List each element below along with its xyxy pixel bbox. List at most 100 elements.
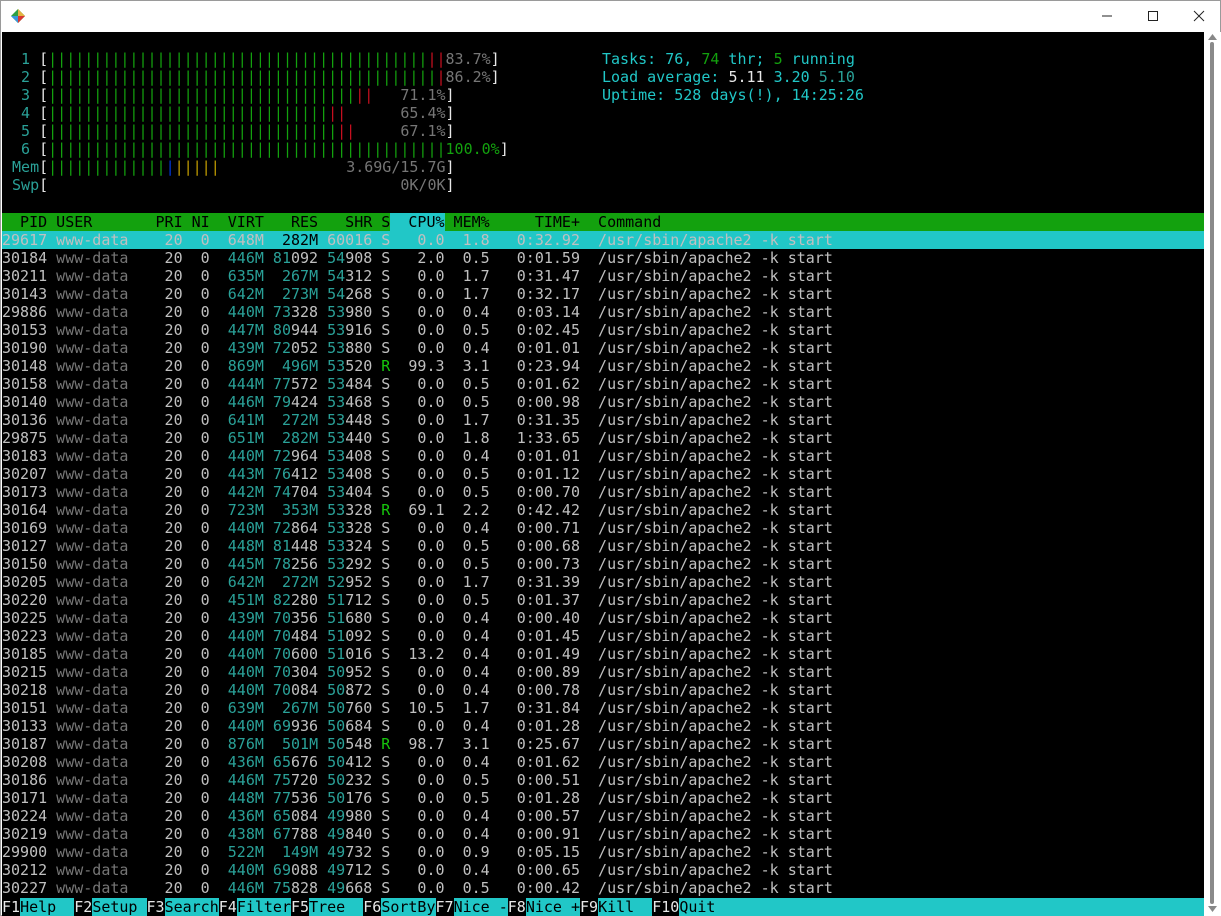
- function-key-label[interactable]: Nice +: [525, 898, 580, 916]
- cpu-meter-label: 6: [3, 140, 40, 158]
- column-header-pid[interactable]: PID: [2, 213, 47, 231]
- function-key-f7[interactable]: F7: [435, 898, 454, 916]
- column-header-ni[interactable]: NI: [183, 213, 210, 231]
- function-key-f2[interactable]: F2: [74, 898, 93, 916]
- cell-res: 501M: [264, 735, 318, 753]
- cell-command: /usr/sbin/apache2 -k start: [580, 789, 833, 807]
- process-row[interactable]: 30187 www-data 20 0 876M 501M 50548 R 98…: [2, 735, 1204, 753]
- column-header-res[interactable]: RES: [264, 213, 318, 231]
- function-key-f1[interactable]: F1: [2, 898, 21, 916]
- process-row[interactable]: 30207 www-data 20 0 443M 76412 53408 S 0…: [2, 465, 1204, 483]
- cell-shr-thousands: 51: [318, 627, 346, 645]
- meter-bracket: [: [39, 176, 49, 194]
- vertical-scrollbar[interactable]: [1204, 32, 1221, 916]
- function-key-label[interactable]: Quit: [679, 898, 716, 916]
- process-row[interactable]: 30136 www-data 20 0 641M 272M 53448 S 0.…: [2, 411, 1204, 429]
- process-row[interactable]: 29875 www-data 20 0 651M 282M 53440 S 0.…: [2, 429, 1204, 447]
- tasks-summary: Tasks: 76, 74 thr; 5 running: [602, 50, 855, 68]
- cpu-meter-percent: 67.1%: [400, 122, 446, 140]
- process-row[interactable]: 30185 www-data 20 0 440M 70600 51016 S 1…: [2, 645, 1204, 663]
- cell-virt: 439M: [209, 339, 264, 357]
- scrollbar-thumb[interactable]: [1210, 42, 1214, 904]
- column-header-virt[interactable]: VIRT: [210, 213, 264, 231]
- process-row[interactable]: 30205 www-data 20 0 642M 272M 52952 S 0.…: [2, 573, 1204, 591]
- process-row[interactable]: 30140 www-data 20 0 446M 79424 53468 S 0…: [2, 393, 1204, 411]
- title-bar[interactable]: [1, 1, 1220, 31]
- process-row[interactable]: 30169 www-data 20 0 440M 72864 53328 S 0…: [2, 519, 1204, 537]
- cell-mem: 0.4: [444, 807, 490, 825]
- process-row[interactable]: 30219 www-data 20 0 438M 67788 49840 S 0…: [2, 825, 1204, 843]
- process-row[interactable]: 30190 www-data 20 0 439M 72052 53880 S 0…: [2, 339, 1204, 357]
- process-row[interactable]: 30184 www-data 20 0 446M 81092 54908 S 2…: [2, 249, 1204, 267]
- column-header-user[interactable]: USER: [47, 213, 137, 231]
- process-row[interactable]: 30218 www-data 20 0 440M 70084 50872 S 0…: [2, 681, 1204, 699]
- function-key-f10[interactable]: F10: [652, 898, 680, 916]
- function-key-f4[interactable]: F4: [218, 898, 237, 916]
- cell-res-unit: M: [309, 501, 319, 519]
- function-key-f6[interactable]: F6: [363, 898, 382, 916]
- process-row[interactable]: 29886 www-data 20 0 440M 73328 53980 S 0…: [2, 303, 1204, 321]
- column-header-command[interactable]: Command: [580, 213, 1203, 231]
- process-row[interactable]: 30153 www-data 20 0 447M 80944 53916 S 0…: [2, 321, 1204, 339]
- function-key-label[interactable]: SortBy: [381, 898, 436, 916]
- process-row[interactable]: 30158 www-data 20 0 444M 77572 53484 S 0…: [2, 375, 1204, 393]
- function-key-label[interactable]: Nice -: [453, 898, 508, 916]
- scroll-down-arrow-icon[interactable]: [1208, 906, 1217, 912]
- function-key-label[interactable]: Setup: [92, 898, 147, 916]
- scroll-up-arrow-icon[interactable]: [1208, 34, 1217, 40]
- cell-cpu: 0.0: [390, 753, 445, 771]
- column-header-mem[interactable]: MEM%: [445, 213, 490, 231]
- process-row[interactable]: 30220 www-data 20 0 451M 82280 51712 S 0…: [2, 591, 1204, 609]
- column-header-s[interactable]: S: [372, 213, 390, 231]
- function-key-f5[interactable]: F5: [291, 898, 310, 916]
- process-row[interactable]: 30225 www-data 20 0 439M 70356 51680 S 0…: [2, 609, 1204, 627]
- function-key-label[interactable]: Filter: [236, 898, 291, 916]
- process-row[interactable]: 29617 www-data 20 0 648M 282M 60016 S 0.…: [2, 231, 1204, 249]
- cell-shr-thousands: 53: [318, 555, 346, 573]
- minimize-button[interactable]: [1084, 1, 1130, 31]
- process-row[interactable]: 30212 www-data 20 0 440M 69088 49712 S 0…: [2, 861, 1204, 879]
- function-key-label[interactable]: Help: [20, 898, 75, 916]
- cell-ni: 0: [182, 519, 210, 537]
- process-row[interactable]: 30164 www-data 20 0 723M 353M 53328 R 69…: [2, 501, 1204, 519]
- process-row[interactable]: 30133 www-data 20 0 440M 69936 50684 S 0…: [2, 717, 1204, 735]
- process-row[interactable]: 30151 www-data 20 0 639M 267M 50760 S 10…: [2, 699, 1204, 717]
- function-key-label[interactable]: Tree: [309, 898, 364, 916]
- process-row[interactable]: 30171 www-data 20 0 448M 77536 50176 S 0…: [2, 789, 1204, 807]
- cell-virt: 448M: [209, 537, 264, 555]
- process-row[interactable]: 30223 www-data 20 0 440M 70484 51092 S 0…: [2, 627, 1204, 645]
- process-row[interactable]: 30211 www-data 20 0 635M 267M 54312 S 0.…: [2, 267, 1204, 285]
- cell-shr-thousands: 49: [318, 825, 346, 843]
- process-row[interactable]: 30150 www-data 20 0 445M 78256 53292 S 0…: [2, 555, 1204, 573]
- cell-mem: 0.4: [444, 609, 490, 627]
- function-key-f3[interactable]: F3: [146, 898, 165, 916]
- process-row[interactable]: 30208 www-data 20 0 436M 65676 50412 S 0…: [2, 753, 1204, 771]
- process-row[interactable]: 30227 www-data 20 0 446M 75828 49668 S 0…: [2, 879, 1204, 897]
- function-key-label[interactable]: Search: [164, 898, 219, 916]
- cell-shr: 53404: [318, 483, 372, 501]
- cell-res-value: 282: [263, 429, 310, 447]
- process-row[interactable]: 29900 www-data 20 0 522M 149M 49732 S 0.…: [2, 843, 1204, 861]
- process-row[interactable]: 30183 www-data 20 0 440M 72964 53408 S 0…: [2, 447, 1204, 465]
- process-row[interactable]: 30127 www-data 20 0 448M 81448 53324 S 0…: [2, 537, 1204, 555]
- process-row[interactable]: 30215 www-data 20 0 440M 70304 50952 S 0…: [2, 663, 1204, 681]
- close-button[interactable]: [1176, 1, 1221, 31]
- cell-virt: 444M: [209, 375, 264, 393]
- terminal-screen[interactable]: 1 [|||||||||||||||||||||||||||||||||||||…: [2, 32, 1204, 916]
- cell-shr-units: 712: [345, 861, 373, 879]
- column-header-shr[interactable]: SHR: [318, 213, 372, 231]
- process-row[interactable]: 30173 www-data 20 0 442M 74704 53404 S 0…: [2, 483, 1204, 501]
- process-row[interactable]: 30148 www-data 20 0 869M 496M 53520 R 99…: [2, 357, 1204, 375]
- function-key-f8[interactable]: F8: [507, 898, 526, 916]
- function-key-f9[interactable]: F9: [580, 898, 599, 916]
- cell-ni: 0: [182, 627, 210, 645]
- process-row[interactable]: 30143 www-data 20 0 642M 273M 54268 S 0.…: [2, 285, 1204, 303]
- column-header-pri[interactable]: PRI: [137, 213, 183, 231]
- cell-command: /usr/sbin/apache2 -k start: [580, 357, 833, 375]
- column-header-time[interactable]: TIME+: [490, 213, 580, 231]
- maximize-button[interactable]: [1130, 1, 1176, 31]
- column-header-cpu[interactable]: CPU%: [390, 213, 445, 231]
- process-row[interactable]: 30186 www-data 20 0 446M 75720 50232 S 0…: [2, 771, 1204, 789]
- function-key-label[interactable]: Kill: [598, 898, 653, 916]
- process-row[interactable]: 30224 www-data 20 0 436M 65084 49980 S 0…: [2, 807, 1204, 825]
